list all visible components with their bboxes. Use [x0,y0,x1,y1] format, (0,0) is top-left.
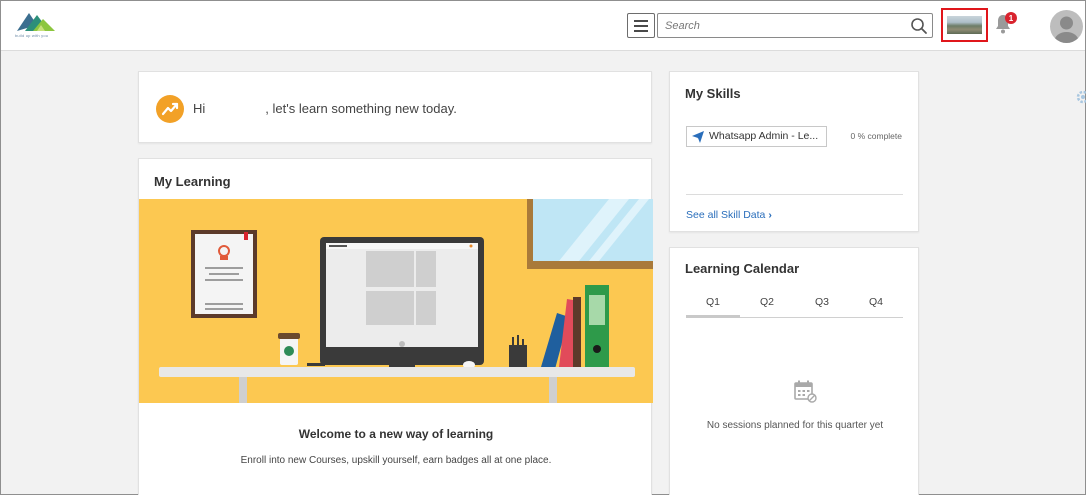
quarter-tabs: Q1 Q2 Q3 Q4 [686,292,903,318]
greeting-prefix: Hi [193,101,206,116]
greeting-card: Hi , let's learn something new today. [138,71,652,143]
welcome-heading: Welcome to a new way of learning [298,427,494,441]
logo-tagline: build up with you [15,33,49,38]
top-navigation-bar: build up with you 1 [1,1,1085,51]
user-avatar[interactable] [1050,10,1083,43]
learning-calendar-title: Learning Calendar [685,261,800,276]
my-skills-title: My Skills [685,86,741,101]
menu-line [634,19,648,22]
user-silhouette-icon [1054,16,1079,43]
search-bar [657,13,933,38]
tab-q2[interactable]: Q2 [740,296,794,318]
greeting-suffix: , let's learn something new today. [265,101,457,116]
search-input[interactable] [658,14,898,37]
logo-mountain-icon [17,13,55,31]
trending-up-icon [156,95,184,123]
notification-count-badge: 1 [1005,12,1017,24]
my-learning-card: My Learning Welcome to a new way of lear… [138,158,653,495]
tab-q3[interactable]: Q3 [795,296,849,318]
learning-calendar-card: Learning Calendar Q1 Q2 Q3 Q4 No session… [669,247,919,495]
company-logo[interactable]: build up with you [15,9,67,41]
chevron-right-icon: › [768,209,772,221]
greeting-message: Hi , let's learn something new today. [193,101,457,116]
menu-line [634,24,648,27]
skill-chip-whatsapp-admin[interactable]: Whatsapp Admin - Le... [686,126,827,147]
hamburger-menu-button[interactable] [627,13,655,38]
see-all-label: See all Skill Data [686,209,766,221]
paper-plane-icon [692,131,704,143]
my-learning-title: My Learning [154,174,231,189]
no-sessions-message: No sessions planned for this quarter yet [706,420,884,431]
welcome-description: Enroll into new Courses, upskill yoursel… [240,455,552,466]
tab-q1[interactable]: Q1 [686,296,740,318]
search-icon[interactable] [910,17,928,35]
my-skills-card: My Skills Whatsapp Admin - Le... 0 % com… [669,71,919,232]
learning-desk-illustration [139,199,653,403]
gear-icon[interactable] [1073,89,1086,105]
menu-line [634,29,648,32]
calendar-blocked-icon [794,380,817,403]
tab-q4[interactable]: Q4 [849,296,903,318]
highlighted-banner-thumbnail[interactable] [941,8,988,42]
see-all-skill-data-link[interactable]: See all Skill Data › [686,209,772,221]
skill-progress-text: 0 % complete [850,131,903,141]
skills-divider [686,194,903,195]
banner-image [947,16,982,34]
skill-name: Whatsapp Admin - Le... [709,130,819,142]
